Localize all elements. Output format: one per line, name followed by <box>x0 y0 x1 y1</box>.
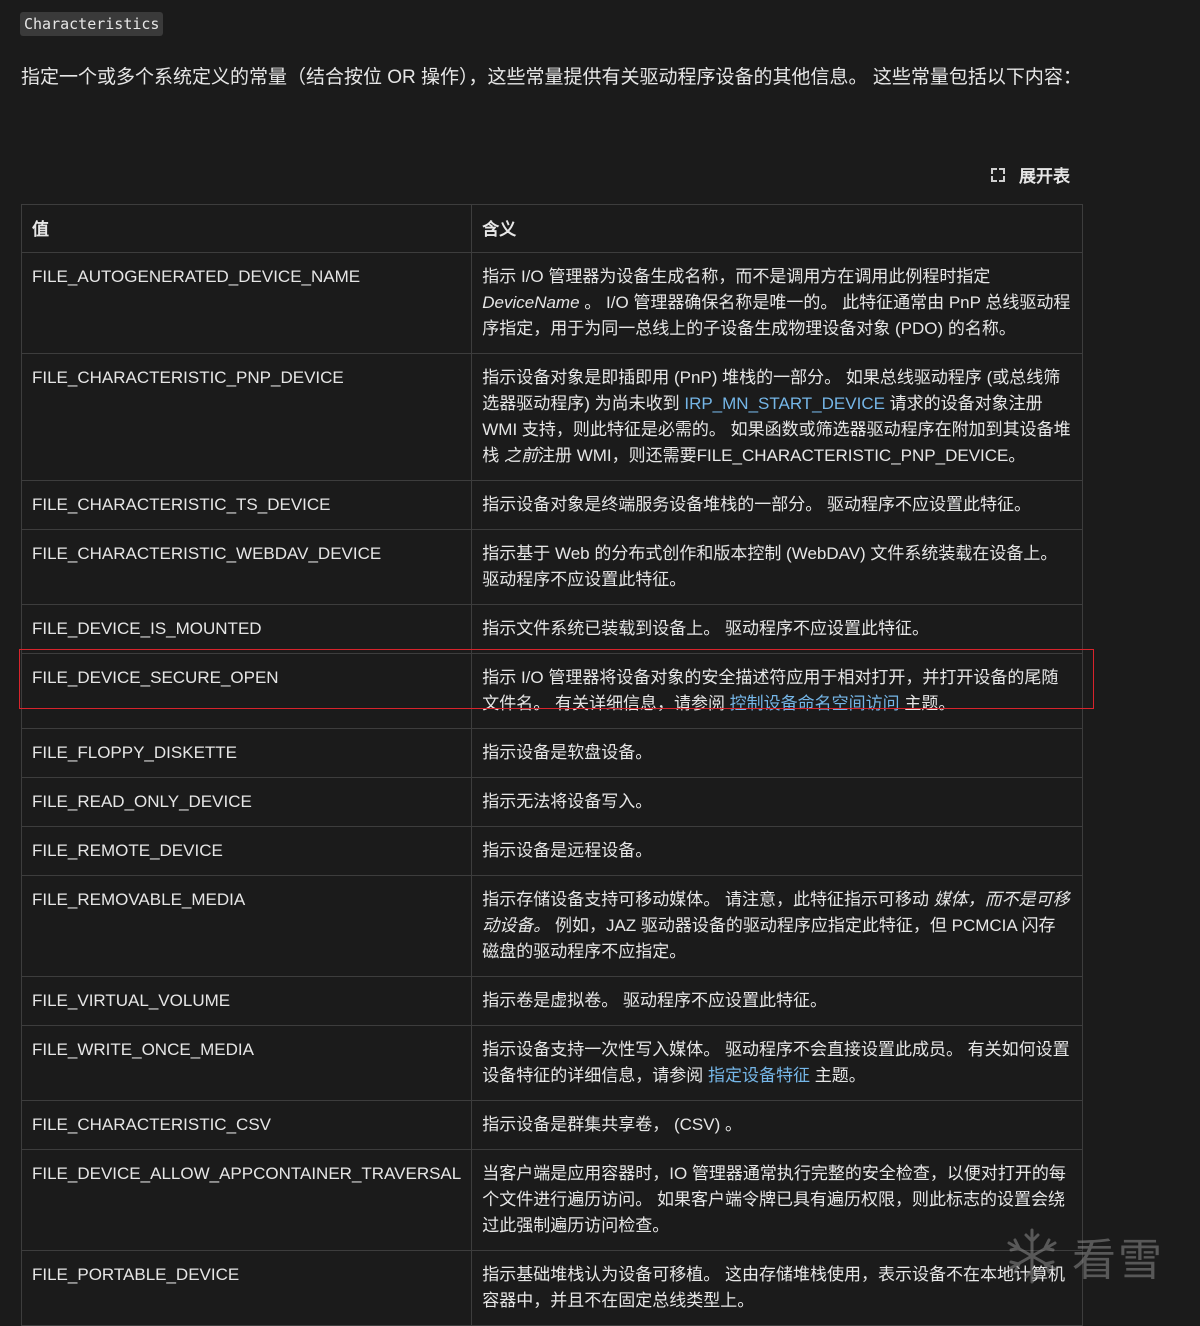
description-text: 指示卷是虚拟卷。 驱动程序不应设置此特征。 <box>482 991 827 1010</box>
table-row: FILE_PORTABLE_DEVICE 指示基础堆栈认为设备可移植。 这由存储堆… <box>20 1250 1083 1326</box>
description-text: 注册 WMI，则还需要FILE_CHARACTERISTIC_PNP_DEVIC… <box>537 446 1026 465</box>
description-text: 主题。 <box>809 1066 866 1085</box>
constant-name-cell: FILE_CHARACTERISTIC_TS_DEVICE <box>20 480 473 530</box>
table-row: FILE_DEVICE_SECURE_OPEN 指示 I/O 管理器将设备对象的安… <box>20 653 1083 729</box>
characteristics-code-badge: Characteristics <box>20 12 164 36</box>
description-text: 指示设备是远程设备。 <box>482 841 653 860</box>
table-row: FILE_AUTOGENERATED_DEVICE_NAME 指示 I/O 管理器… <box>20 252 1083 354</box>
description-text: 指示基于 Web 的分布式创作和版本控制 (WebDAV) 文件系统装载在设备上… <box>482 544 1058 589</box>
column-header-meaning: 含义 <box>471 204 1083 253</box>
expand-corners-icon <box>991 167 1005 182</box>
table-row: FILE_CHARACTERISTIC_CSV 指示设备是群集共享卷， (CSV)… <box>20 1100 1083 1150</box>
constant-name-cell: FILE_READ_ONLY_DEVICE <box>20 777 473 827</box>
watermark-text: 看雪 <box>1072 1235 1164 1286</box>
table-row: FILE_REMOTE_DEVICE 指示设备是远程设备。 <box>20 826 1083 876</box>
snowflake-logo-icon <box>1007 1228 1057 1284</box>
expand-table-button[interactable]: 展开表 <box>991 162 1070 187</box>
constant-description-cell: 指示设备支持一次性写入媒体。 驱动程序不会直接设置此成员。 有关如何设置设备特征… <box>471 1025 1083 1101</box>
constant-description-cell: 指示设备是远程设备。 <box>471 826 1083 876</box>
constant-description-cell: 指示基于 Web 的分布式创作和版本控制 (WebDAV) 文件系统装载在设备上… <box>471 529 1083 605</box>
constant-description-cell: 指示卷是虚拟卷。 驱动程序不应设置此特征。 <box>471 976 1083 1026</box>
constant-description-cell: 指示设备是群集共享卷， (CSV) 。 <box>471 1100 1083 1150</box>
constant-name-cell: FILE_WRITE_ONCE_MEDIA <box>20 1025 473 1101</box>
emphasis-text: DeviceName <box>482 293 580 312</box>
table-row: FILE_CHARACTERISTIC_WEBDAV_DEVICE 指示基于 We… <box>20 529 1083 605</box>
characteristics-table: 值 含义 FILE_AUTOGENERATED_DEVICE_NAME 指示 I/… <box>20 204 1083 1326</box>
description-text: 指示无法将设备写入。 <box>482 792 653 811</box>
table-row: FILE_CHARACTERISTIC_TS_DEVICE 指示设备对象是终端服务… <box>20 480 1083 530</box>
constant-name-cell: FILE_DEVICE_SECURE_OPEN <box>20 653 473 729</box>
watermark: 看雪 <box>1002 1224 1164 1288</box>
intro-paragraph: 指定一个或多个系统定义的常量（结合按位 OR 操作），这些常量提供有关驱动程序设… <box>21 67 1082 88</box>
description-text: 指示设备是群集共享卷， (CSV) 。 <box>482 1115 742 1134</box>
description-text: 指示基础堆栈认为设备可移植。 这由存储堆栈使用，表示设备不在本地计算机容器中，并… <box>482 1265 1065 1310</box>
table-row: FILE_REMOVABLE_MEDIA 指示存储设备支持可移动媒体。 请注意，此… <box>20 875 1083 977</box>
constant-description-cell: 指示存储设备支持可移动媒体。 请注意，此特征指示可移动 媒体，而不是可移动设备。… <box>471 875 1083 977</box>
description-text: 例如，JAZ 驱动器设备的驱动程序应指定此特征，但 PCMCIA 闪存磁盘的驱动… <box>482 916 1056 961</box>
constant-name-cell: FILE_CHARACTERISTIC_WEBDAV_DEVICE <box>20 529 473 605</box>
constant-description-cell: 指示文件系统已装载到设备上。 驱动程序不应设置此特征。 <box>471 604 1083 654</box>
constant-description-cell: 指示 I/O 管理器将设备对象的安全描述符应用于相对打开，并打开设备的尾随文件名… <box>471 653 1083 729</box>
description-text: 指示设备是软盘设备。 <box>482 743 653 762</box>
description-text: 当客户端是应用容器时，IO 管理器通常执行完整的安全检查，以便对打开的每个文件进… <box>482 1164 1066 1235</box>
constant-description-cell: 指示无法将设备写入。 <box>471 777 1083 827</box>
constant-name-cell: FILE_VIRTUAL_VOLUME <box>20 976 473 1026</box>
emphasis-text: 之前 <box>503 446 538 465</box>
description-text: 指示设备对象是终端服务设备堆栈的一部分。 驱动程序不应设置此特征。 <box>482 495 1031 514</box>
description-text: 指示存储设备支持可移动媒体。 请注意，此特征指示可移动 <box>482 890 934 909</box>
table-row: FILE_DEVICE_IS_MOUNTED 指示文件系统已装载到设备上。 驱动程… <box>20 604 1083 654</box>
table-row: FILE_READ_ONLY_DEVICE 指示无法将设备写入。 <box>20 777 1083 827</box>
table-row: FILE_FLOPPY_DISKETTE 指示设备是软盘设备。 <box>20 728 1083 778</box>
constant-name-cell: FILE_AUTOGENERATED_DEVICE_NAME <box>20 252 473 354</box>
constant-description-cell: 指示基础堆栈认为设备可移植。 这由存储堆栈使用，表示设备不在本地计算机容器中，并… <box>471 1250 1083 1326</box>
constant-description-cell: 指示设备对象是终端服务设备堆栈的一部分。 驱动程序不应设置此特征。 <box>471 480 1083 530</box>
constant-name-cell: FILE_FLOPPY_DISKETTE <box>20 728 473 778</box>
constant-name-cell: FILE_PORTABLE_DEVICE <box>20 1250 473 1326</box>
description-text: 指示 I/O 管理器为设备生成名称，而不是调用方在调用此例程时指定 <box>482 267 991 286</box>
constant-name-cell: FILE_DEVICE_IS_MOUNTED <box>20 604 473 654</box>
description-text: 指示文件系统已装载到设备上。 驱动程序不应设置此特征。 <box>482 619 929 638</box>
doc-link[interactable]: 控制设备命名空间访问 <box>730 694 900 713</box>
expand-table-label: 展开表 <box>1019 167 1070 186</box>
constant-description-cell: 指示设备对象是即插即用 (PnP) 堆栈的一部分。 如果总线驱动程序 (或总线筛… <box>471 353 1083 481</box>
table-header-row: 值 含义 <box>20 204 1083 253</box>
constant-name-cell: FILE_REMOVABLE_MEDIA <box>20 875 473 977</box>
table-row: FILE_DEVICE_ALLOW_APPCONTAINER_TRAVERSAL… <box>20 1149 1083 1251</box>
constant-name-cell: FILE_DEVICE_ALLOW_APPCONTAINER_TRAVERSAL <box>20 1149 473 1251</box>
constant-name-cell: FILE_CHARACTERISTIC_CSV <box>20 1100 473 1150</box>
constant-description-cell: 当客户端是应用容器时，IO 管理器通常执行完整的安全检查，以便对打开的每个文件进… <box>471 1149 1083 1251</box>
table-row: FILE_VIRTUAL_VOLUME 指示卷是虚拟卷。 驱动程序不应设置此特征。 <box>20 976 1083 1026</box>
constant-name-cell: FILE_REMOTE_DEVICE <box>20 826 473 876</box>
description-text: 主题。 <box>899 694 956 713</box>
constant-description-cell: 指示 I/O 管理器为设备生成名称，而不是调用方在调用此例程时指定 Device… <box>471 252 1083 354</box>
doc-link[interactable]: IRP_MN_START_DEVICE <box>684 394 885 413</box>
constant-name-cell: FILE_CHARACTERISTIC_PNP_DEVICE <box>20 353 473 481</box>
table-row: FILE_CHARACTERISTIC_PNP_DEVICE 指示设备对象是即插即… <box>20 353 1083 481</box>
constant-description-cell: 指示设备是软盘设备。 <box>471 728 1083 778</box>
table-row: FILE_WRITE_ONCE_MEDIA 指示设备支持一次性写入媒体。 驱动程序… <box>20 1025 1083 1101</box>
column-header-value: 值 <box>20 204 473 253</box>
doc-link[interactable]: 指定设备特征 <box>708 1066 810 1085</box>
